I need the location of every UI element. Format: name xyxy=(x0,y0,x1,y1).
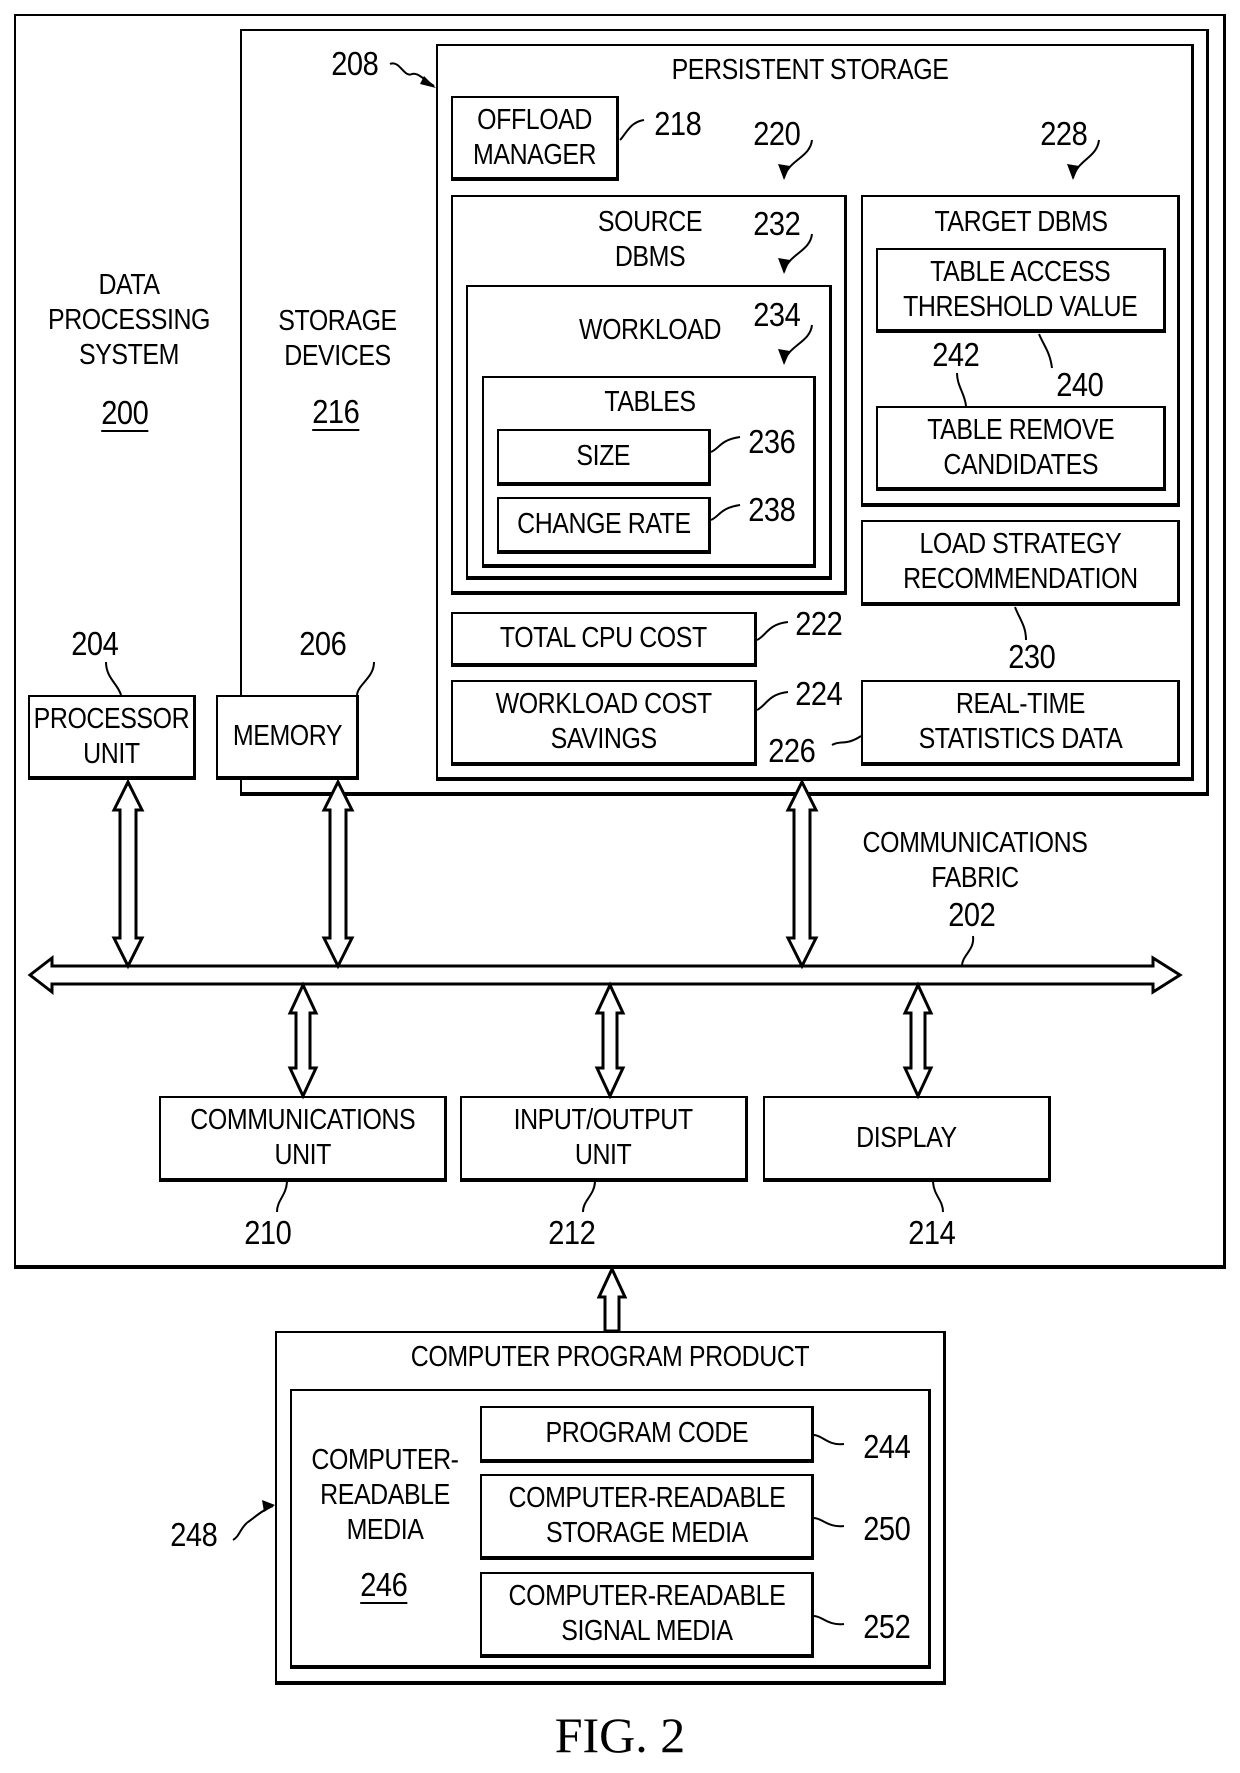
cr-signal-media-ref: 252 xyxy=(863,1608,911,1645)
tables-label: TABLES xyxy=(604,386,696,418)
cr-storage-media-label: COMPUTER-READABLE STORAGE MEDIA xyxy=(508,1482,785,1549)
memory-label: MEMORY xyxy=(232,720,342,752)
table-access-threshold-ref: 240 xyxy=(1056,366,1104,403)
program-product-up-arrow xyxy=(596,1265,628,1333)
program-code-label: PROGRAM CODE xyxy=(545,1417,748,1449)
computer-readable-media-ref: 246 xyxy=(360,1566,408,1603)
cr-storage-media-box: COMPUTER-READABLE STORAGE MEDIA xyxy=(480,1474,814,1560)
data-processing-system-label: DATA PROCESSING SYSTEM xyxy=(47,269,211,371)
communications-unit-box: COMMUNICATIONS UNIT xyxy=(159,1096,447,1182)
realtime-stats-label: REAL-TIME STATISTICS DATA xyxy=(918,688,1122,755)
computer-program-product-label: COMPUTER PROGRAM PRODUCT xyxy=(410,1341,810,1373)
load-strategy-box: LOAD STRATEGY RECOMMENDATION xyxy=(861,520,1180,606)
computer-readable-media-label: COMPUTER- READABLE MEDIA xyxy=(311,1444,459,1546)
data-processing-system-ref: 200 xyxy=(101,394,149,431)
realtime-stats-box: REAL-TIME STATISTICS DATA xyxy=(861,680,1180,766)
memory-ref: 206 xyxy=(299,625,347,662)
cr-storage-media-ref: 250 xyxy=(863,1510,911,1547)
workload-ref: 232 xyxy=(753,205,801,242)
storage-devices-label: STORAGE DEVICES xyxy=(278,305,397,372)
workload-cost-savings-label: WORKLOAD COST SAVINGS xyxy=(495,688,712,755)
size-box: SIZE xyxy=(497,429,711,486)
load-strategy-label: LOAD STRATEGY RECOMMENDATION xyxy=(902,528,1138,595)
cr-signal-media-box: COMPUTER-READABLE SIGNAL MEDIA xyxy=(480,1572,814,1658)
realtime-stats-ref: 226 xyxy=(768,732,816,769)
display-ref: 214 xyxy=(908,1214,956,1251)
source-dbms-label: SOURCE DBMS xyxy=(597,206,703,273)
figure-caption: FIG. 2 xyxy=(554,1707,686,1763)
offload-manager-ref: 218 xyxy=(654,105,702,142)
workload-cost-savings-box: WORKLOAD COST SAVINGS xyxy=(451,680,757,766)
total-cpu-cost-box: TOTAL CPU COST xyxy=(451,612,757,667)
display-label: DISPLAY xyxy=(856,1121,957,1154)
table-remove-candidates-ref: 242 xyxy=(932,336,980,373)
workload-cost-savings-ref: 224 xyxy=(795,675,843,712)
target-dbms-ref: 228 xyxy=(1040,115,1088,152)
program-code-ref: 244 xyxy=(863,1428,911,1465)
table-remove-candidates-box: TABLE REMOVE CANDIDATES xyxy=(876,406,1166,491)
load-strategy-ref: 230 xyxy=(1008,638,1056,675)
table-access-threshold-label: TABLE ACCESS THRESHOLD VALUE xyxy=(903,255,1138,323)
processor-unit-label: PROCESSOR UNIT xyxy=(33,702,190,770)
total-cpu-cost-ref: 222 xyxy=(795,605,843,642)
program-code-box: PROGRAM CODE xyxy=(480,1406,814,1463)
communications-unit-label: COMMUNICATIONS UNIT xyxy=(190,1104,415,1171)
target-dbms-label: TARGET DBMS xyxy=(934,206,1108,238)
workload-label: WORKLOAD xyxy=(578,314,722,346)
table-remove-candidates-label: TABLE REMOVE CANDIDATES xyxy=(926,413,1115,481)
processor-unit-box: PROCESSOR UNIT xyxy=(28,695,196,780)
communications-unit-ref: 210 xyxy=(244,1214,292,1251)
persistent-storage-label: PERSISTENT STORAGE xyxy=(671,54,949,86)
processor-unit-ref: 204 xyxy=(71,625,119,662)
change-rate-label: CHANGE RATE xyxy=(516,508,691,540)
table-access-threshold-box: TABLE ACCESS THRESHOLD VALUE xyxy=(876,248,1166,333)
change-rate-ref: 238 xyxy=(748,491,796,528)
communications-fabric-label: COMMUNICATIONS FABRIC xyxy=(862,827,1088,894)
offload-manager-label: OFFLOAD MANAGER xyxy=(472,103,597,171)
size-ref: 236 xyxy=(748,423,796,460)
offload-manager-box: OFFLOAD MANAGER xyxy=(451,96,619,181)
size-label: SIZE xyxy=(576,440,631,472)
source-dbms-ref: 220 xyxy=(753,115,801,152)
total-cpu-cost-label: TOTAL CPU COST xyxy=(500,622,707,654)
io-unit-box: INPUT/OUTPUT UNIT xyxy=(460,1096,748,1182)
io-unit-label: INPUT/OUTPUT UNIT xyxy=(513,1104,694,1171)
tables-ref: 234 xyxy=(753,296,801,333)
storage-devices-ref: 216 xyxy=(312,393,360,430)
cr-signal-media-label: COMPUTER-READABLE SIGNAL MEDIA xyxy=(508,1580,785,1647)
persistent-storage-ref: 208 xyxy=(331,45,379,82)
communications-fabric-ref: 202 xyxy=(948,896,996,933)
io-unit-ref: 212 xyxy=(548,1214,596,1251)
display-box: DISPLAY xyxy=(763,1096,1051,1182)
memory-box: MEMORY xyxy=(216,695,359,780)
computer-program-product-ref: 248 xyxy=(170,1516,218,1553)
change-rate-box: CHANGE RATE xyxy=(497,497,711,554)
